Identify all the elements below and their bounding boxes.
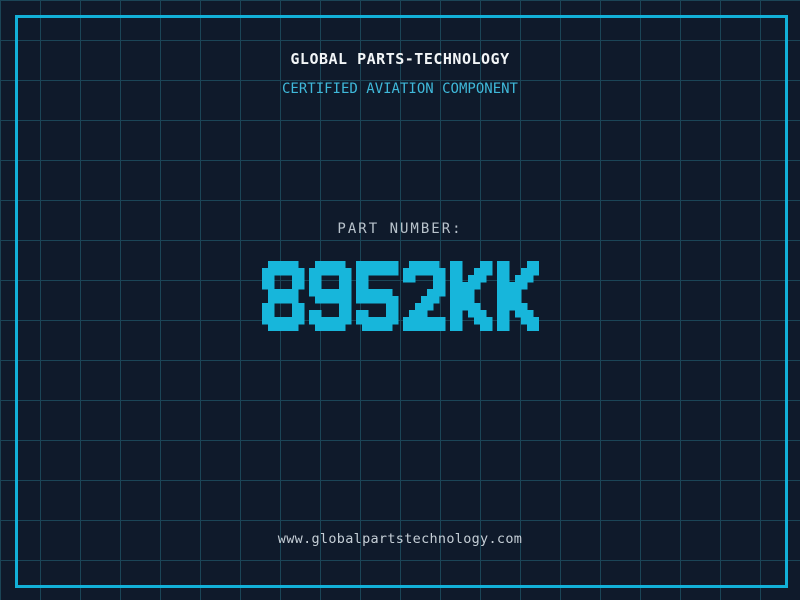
- website-url: www.globalpartstechnology.com: [277, 531, 523, 547]
- company-title: GLOBAL PARTS-TECHNOLOGY: [290, 50, 510, 68]
- part-number-pixel-text: [261, 261, 539, 331]
- part-number-value: [0, 261, 800, 331]
- certification-subtitle: CERTIFIED AVIATION COMPONENT: [281, 81, 518, 97]
- label-plate: GLOBAL PARTS-TECHNOLOGY CERTIFIED AVIATI…: [0, 0, 800, 600]
- part-number-label: PART NUMBER:: [337, 221, 463, 237]
